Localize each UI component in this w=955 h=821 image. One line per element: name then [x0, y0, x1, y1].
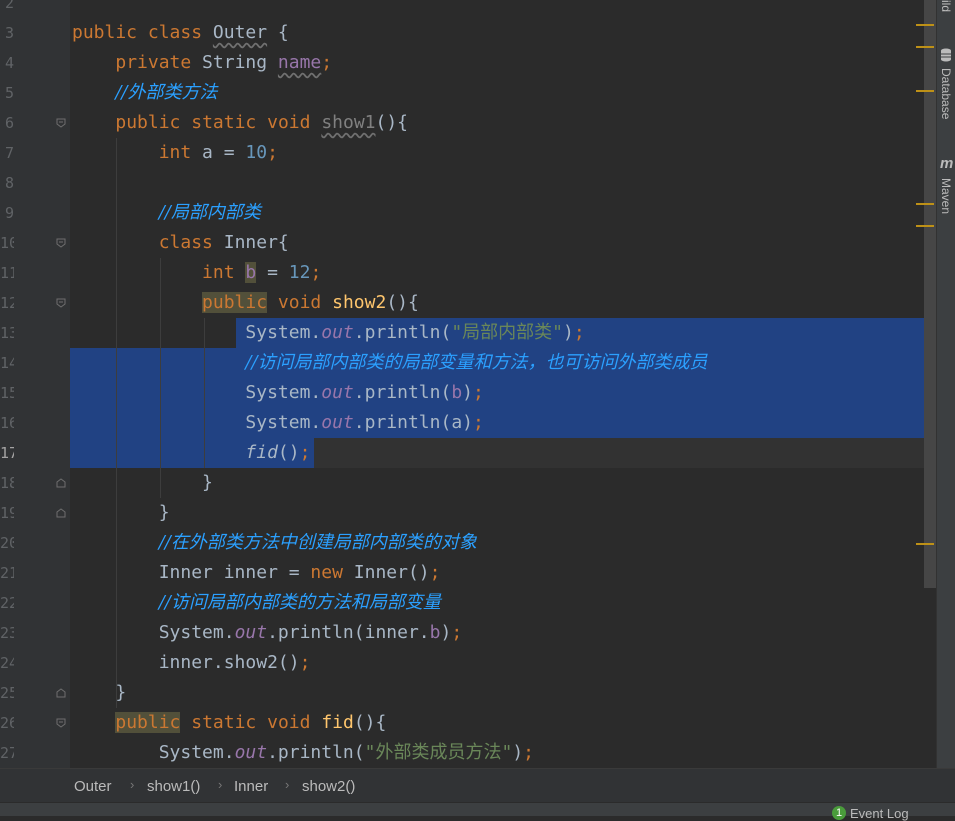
code-line[interactable]: public static void show1(){	[72, 108, 408, 138]
line-number: 6	[4, 114, 14, 132]
event-log-label: Event Log	[850, 806, 909, 821]
line-number: 24	[0, 654, 14, 672]
line-number: 23	[0, 624, 14, 642]
line-number: 27	[0, 744, 14, 762]
code-line[interactable]: System.out.println("局部内部类");	[72, 318, 584, 348]
code-line[interactable]: fid();	[72, 438, 310, 468]
warning-marker[interactable]	[916, 46, 934, 48]
right-tool-window-bar: ild Database m Maven	[936, 0, 955, 768]
line-number: 15	[0, 384, 14, 402]
line-number: 18	[0, 474, 14, 492]
code-line[interactable]: }	[72, 678, 126, 708]
line-number: 10	[0, 234, 14, 252]
line-number: 3	[4, 24, 14, 42]
line-number: 2	[4, 0, 14, 12]
code-line[interactable]: int a = 10;	[72, 138, 278, 168]
event-count-badge: 1	[832, 806, 846, 820]
breadcrumb-separator: ›	[285, 777, 290, 792]
vertical-scrollbar[interactable]	[924, 0, 936, 588]
code-line[interactable]: private String name;	[72, 48, 332, 78]
line-number: 5	[4, 84, 14, 102]
maven-tab[interactable]: Maven	[939, 178, 953, 214]
warning-marker[interactable]	[916, 24, 934, 26]
line-number: 11	[0, 264, 14, 282]
line-number: 8	[4, 174, 14, 192]
code-line[interactable]: Inner inner = new Inner();	[72, 558, 441, 588]
line-number: 7	[4, 144, 14, 162]
event-log-button[interactable]: 1 Event Log	[832, 806, 909, 821]
line-number-gutter[interactable]: 2 3 4 5 6 7 8 9 10 11 12 13 14 15 16 17 18 19 20 21 22 23 24 25…	[0, 0, 70, 768]
fold-open-icon[interactable]	[56, 718, 66, 728]
code-line[interactable]: System.out.println("外部类成员方法");	[72, 738, 534, 768]
warning-marker[interactable]	[916, 225, 934, 227]
line-number: 13	[0, 324, 14, 342]
line-number: 22	[0, 594, 14, 612]
line-number: 17	[0, 444, 14, 462]
line-number: 9	[4, 204, 14, 222]
code-line[interactable]: //局部内部类	[72, 198, 261, 228]
breadcrumb-item-inner[interactable]: Inner	[234, 778, 268, 795]
database-tab[interactable]: Database	[939, 68, 953, 119]
code-line[interactable]: int b = 12;	[72, 258, 321, 288]
breadcrumb-item-show2[interactable]: show2()	[302, 778, 355, 795]
code-line[interactable]: System.out.println(inner.b);	[72, 618, 462, 648]
code-line[interactable]: }	[72, 468, 213, 498]
breadcrumb-item-show1[interactable]: show1()	[147, 778, 200, 795]
code-line[interactable]: System.out.println(b);	[72, 378, 483, 408]
breadcrumb-item-outer[interactable]: Outer	[74, 778, 112, 795]
code-line[interactable]: //访问局部内部类的局部变量和方法，也可访问外部类成员	[72, 348, 707, 378]
code-line[interactable]: public static void fid(){	[72, 708, 386, 738]
line-number: 16	[0, 414, 14, 432]
fold-open-icon[interactable]	[56, 118, 66, 128]
code-line[interactable]: }	[72, 498, 170, 528]
code-line[interactable]: public void show2(){	[72, 288, 419, 318]
code-line[interactable]: public class Outer {	[72, 18, 289, 48]
fold-open-icon[interactable]	[56, 298, 66, 308]
line-number: 20	[0, 534, 14, 552]
fold-close-icon[interactable]	[56, 688, 66, 698]
line-number: 21	[0, 564, 14, 582]
breadcrumb-separator: ›	[218, 777, 223, 792]
code-line[interactable]: inner.show2();	[72, 648, 311, 678]
line-number: 26	[0, 714, 14, 732]
status-bar: 1 Event Log	[0, 802, 955, 821]
maven-icon: m	[940, 155, 954, 172]
fold-close-icon[interactable]	[56, 478, 66, 488]
fold-close-icon[interactable]	[56, 508, 66, 518]
breadcrumb-separator: ›	[130, 777, 135, 792]
code-line[interactable]: //外部类方法	[72, 78, 217, 108]
line-number: 4	[4, 54, 14, 72]
line-number: 12	[0, 294, 14, 312]
line-number: 19	[0, 504, 14, 522]
database-icon	[940, 48, 952, 65]
fold-open-icon[interactable]	[56, 238, 66, 248]
code-line[interactable]: //在外部类方法中创建局部内部类的对象	[72, 528, 477, 558]
code-editor[interactable]: public class Outer { private String name…	[70, 0, 936, 768]
warning-marker[interactable]	[916, 203, 934, 205]
breadcrumb: Outer › show1() › Inner › show2()	[0, 768, 955, 803]
warning-marker[interactable]	[916, 90, 934, 92]
code-line[interactable]: System.out.println(a);	[72, 408, 483, 438]
code-line[interactable]: //访问局部内部类的方法和局部变量	[72, 588, 441, 618]
build-tool-tab[interactable]: ild	[939, 0, 953, 12]
line-number: 25	[0, 684, 14, 702]
line-number: 14	[0, 354, 14, 372]
code-line[interactable]: class Inner{	[72, 228, 289, 258]
warning-marker[interactable]	[916, 543, 934, 545]
